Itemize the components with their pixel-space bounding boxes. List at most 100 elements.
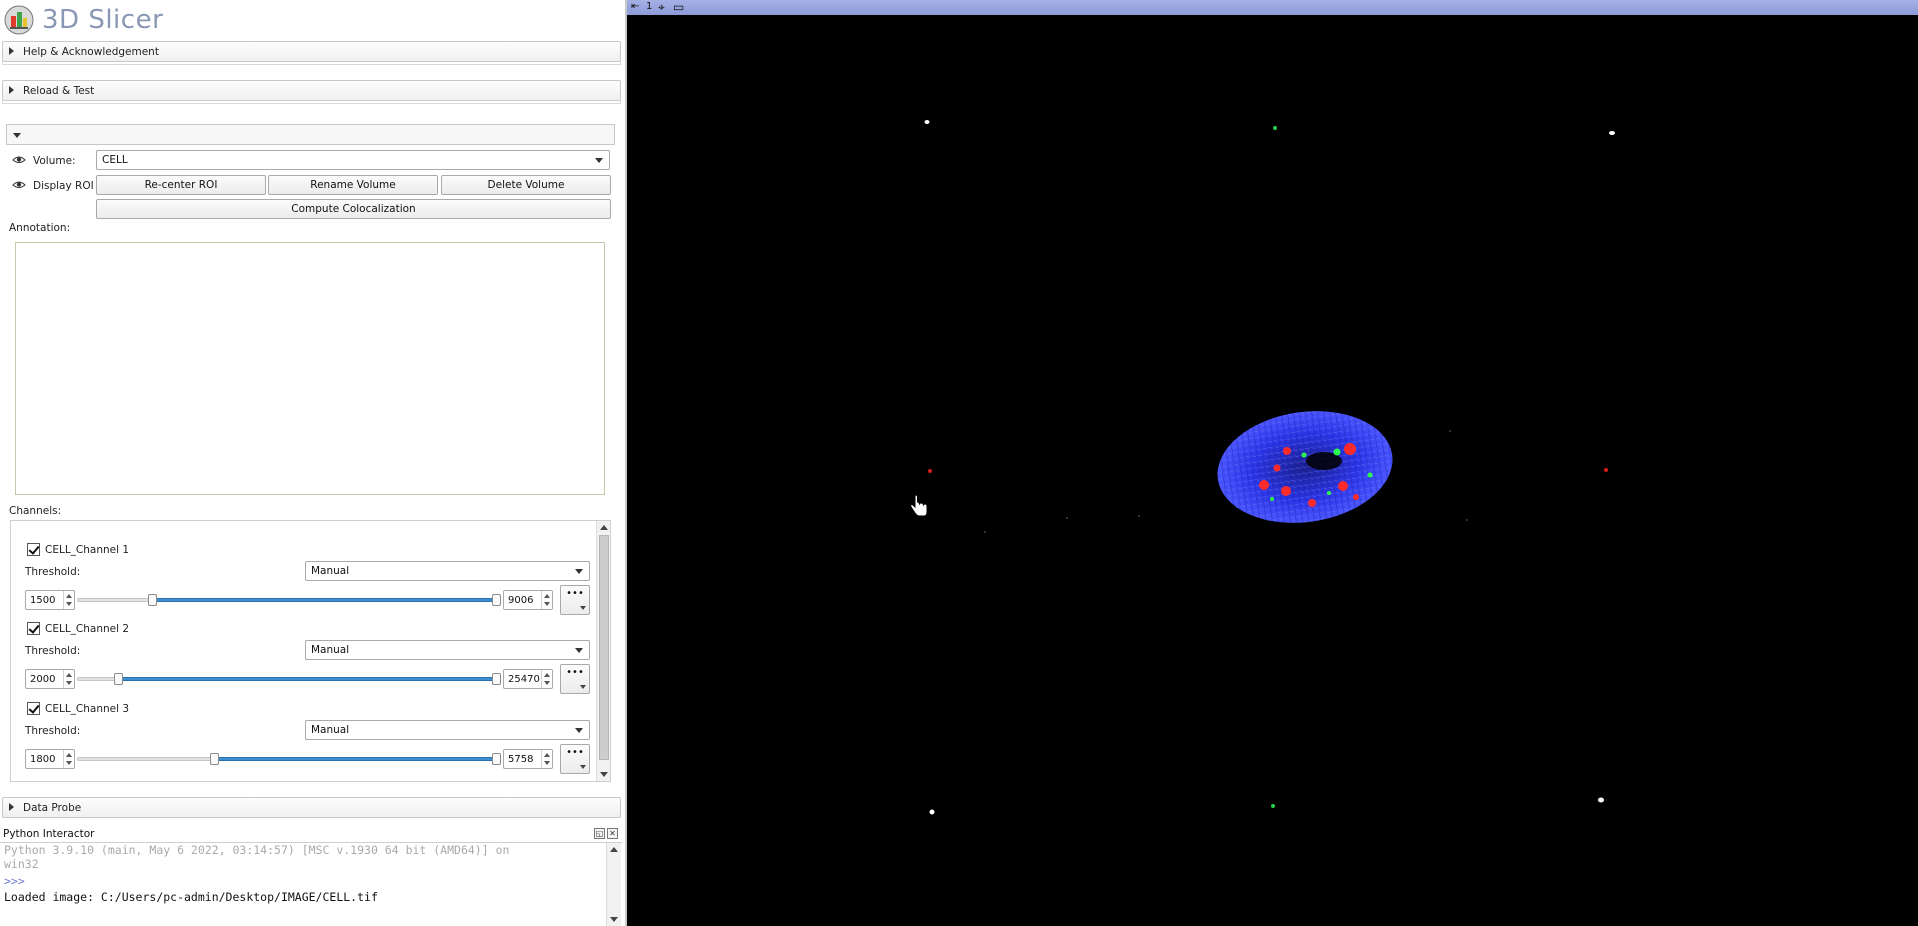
data-probe-label: Data Probe [23,802,82,814]
channel-2-min-value: 2000 [30,674,56,685]
channel-1-range-slider[interactable] [77,593,501,607]
channel-3-threshold-label: Threshold: [25,725,81,737]
channel-1-more-button[interactable]: ••• [560,585,590,615]
chevron-down-icon [580,685,586,689]
module-panel: 3D Slicer Help & Acknowledgement Reload … [0,0,627,926]
roi-marker [924,120,930,124]
crosshair-icon[interactable]: ⌖ [658,1,665,13]
volume-selector[interactable]: CELL [96,150,610,170]
module-section-header[interactable] [6,124,615,145]
channel-3-threshold-mode[interactable]: Manual [305,720,590,740]
red-focus [1344,443,1356,455]
roi-marker [1609,131,1615,135]
noise-dot [1066,517,1068,519]
spin-arrows-icon [541,670,552,688]
python-banner-line: win32 [4,857,39,871]
channels-label: Channels: [9,505,62,517]
view-number: 1 [646,1,653,12]
noise-dot [984,531,986,533]
channel-2-name: CELL_Channel 2 [45,623,130,635]
console-scrollbar[interactable] [606,843,621,926]
roi-marker [1604,468,1608,472]
channel-2-threshold-mode-value: Manual [311,644,350,656]
channel-1-max-spinbox[interactable]: 9006 [503,590,553,610]
channel-3-min-spinbox[interactable]: 1800 [25,749,75,769]
help-section-header[interactable]: Help & Acknowledgement [2,41,621,62]
channel-2-max-spinbox[interactable]: 25470 [503,669,553,689]
channel-3-max-value: 5758 [508,754,534,765]
channel-2-range-slider[interactable] [77,672,501,686]
reload-section-header[interactable]: Reload & Test [2,80,621,101]
slider-range-fill [152,598,496,602]
scroll-down-icon[interactable] [600,772,608,777]
red-focus [1281,486,1291,496]
channel-2-more-button[interactable]: ••• [560,664,590,694]
red-focus [1338,481,1348,491]
3d-render-scene[interactable] [627,15,1918,926]
python-banner-line: Python 3.9.10 (main, May 6 2022, 03:14:5… [4,843,510,857]
green-focus [1327,491,1331,495]
chevron-down-icon [580,765,586,769]
float-icon[interactable]: ◱ [594,828,605,839]
scroll-thumb[interactable] [599,535,609,760]
3d-view[interactable]: ⇤ 1 ⌖ ▭ [627,0,1918,926]
expand-arrow-icon [9,47,14,55]
recenter-roi-button[interactable]: Re-center ROI [96,175,266,195]
pin-icon[interactable]: ⇤ [631,1,639,13]
scroll-down-icon[interactable] [610,917,618,922]
channel-3-more-button[interactable]: ••• [560,744,590,774]
slider-max-handle[interactable] [492,673,501,685]
hand-cursor-icon [909,494,928,517]
red-focus [1353,494,1359,500]
scroll-up-icon[interactable] [610,847,618,852]
channel-2-max-value: 25470 [508,674,540,685]
section-underline [2,101,621,104]
noise-dot [1466,519,1468,521]
data-probe-section-header[interactable]: Data Probe [2,797,621,818]
noise-dot [1138,515,1140,517]
eye-icon[interactable] [12,180,26,189]
channels-scrollbar[interactable] [596,521,610,781]
expand-arrow-icon [9,803,14,811]
volume-label: Volume: [33,155,76,167]
channel-1-min-spinbox[interactable]: 1500 [25,590,75,610]
collapse-arrow-icon [13,133,21,138]
spin-arrows-icon [63,591,74,609]
channel-2-threshold-mode[interactable]: Manual [305,640,590,660]
close-icon[interactable]: ✕ [607,828,618,839]
eye-icon[interactable] [12,155,26,164]
green-focus [1301,452,1307,458]
slider-max-handle[interactable] [492,753,501,765]
slider-max-handle[interactable] [492,594,501,606]
annotation-textarea[interactable] [15,242,605,495]
rename-volume-button[interactable]: Rename Volume [268,175,438,195]
channel-1-max-value: 9006 [508,595,534,606]
channel-3-range-slider[interactable] [77,752,501,766]
app-title: 3D Slicer [42,5,164,35]
slider-min-handle[interactable] [210,753,219,765]
channel-2-min-spinbox[interactable]: 2000 [25,669,75,689]
chevron-down-icon [575,569,583,574]
scroll-up-icon[interactable] [600,525,608,530]
more-dots-icon: ••• [566,747,584,758]
channel-2-checkbox[interactable] [27,622,40,635]
red-focus [1283,447,1291,455]
annotation-label: Annotation: [9,222,71,234]
slicer-logo-icon [4,5,34,35]
channel-3-max-spinbox[interactable]: 5758 [503,749,553,769]
compute-colocalization-button[interactable]: Compute Colocalization [96,199,611,219]
roi-marker [1273,126,1277,130]
chevron-down-icon [595,158,603,163]
slider-min-handle[interactable] [114,673,123,685]
display-roi-label: Display ROI [33,180,94,192]
channel-1-threshold-mode[interactable]: Manual [305,561,590,581]
spin-arrows-icon [63,670,74,688]
channel-1-checkbox[interactable] [27,543,40,556]
maximize-icon[interactable]: ▭ [673,1,684,13]
channel-3-checkbox[interactable] [27,702,40,715]
python-console[interactable]: Python 3.9.10 (main, May 6 2022, 03:14:5… [0,842,622,926]
green-focus [1367,472,1373,478]
slider-min-handle[interactable] [148,594,157,606]
roi-marker [929,809,935,815]
delete-volume-button[interactable]: Delete Volume [441,175,611,195]
